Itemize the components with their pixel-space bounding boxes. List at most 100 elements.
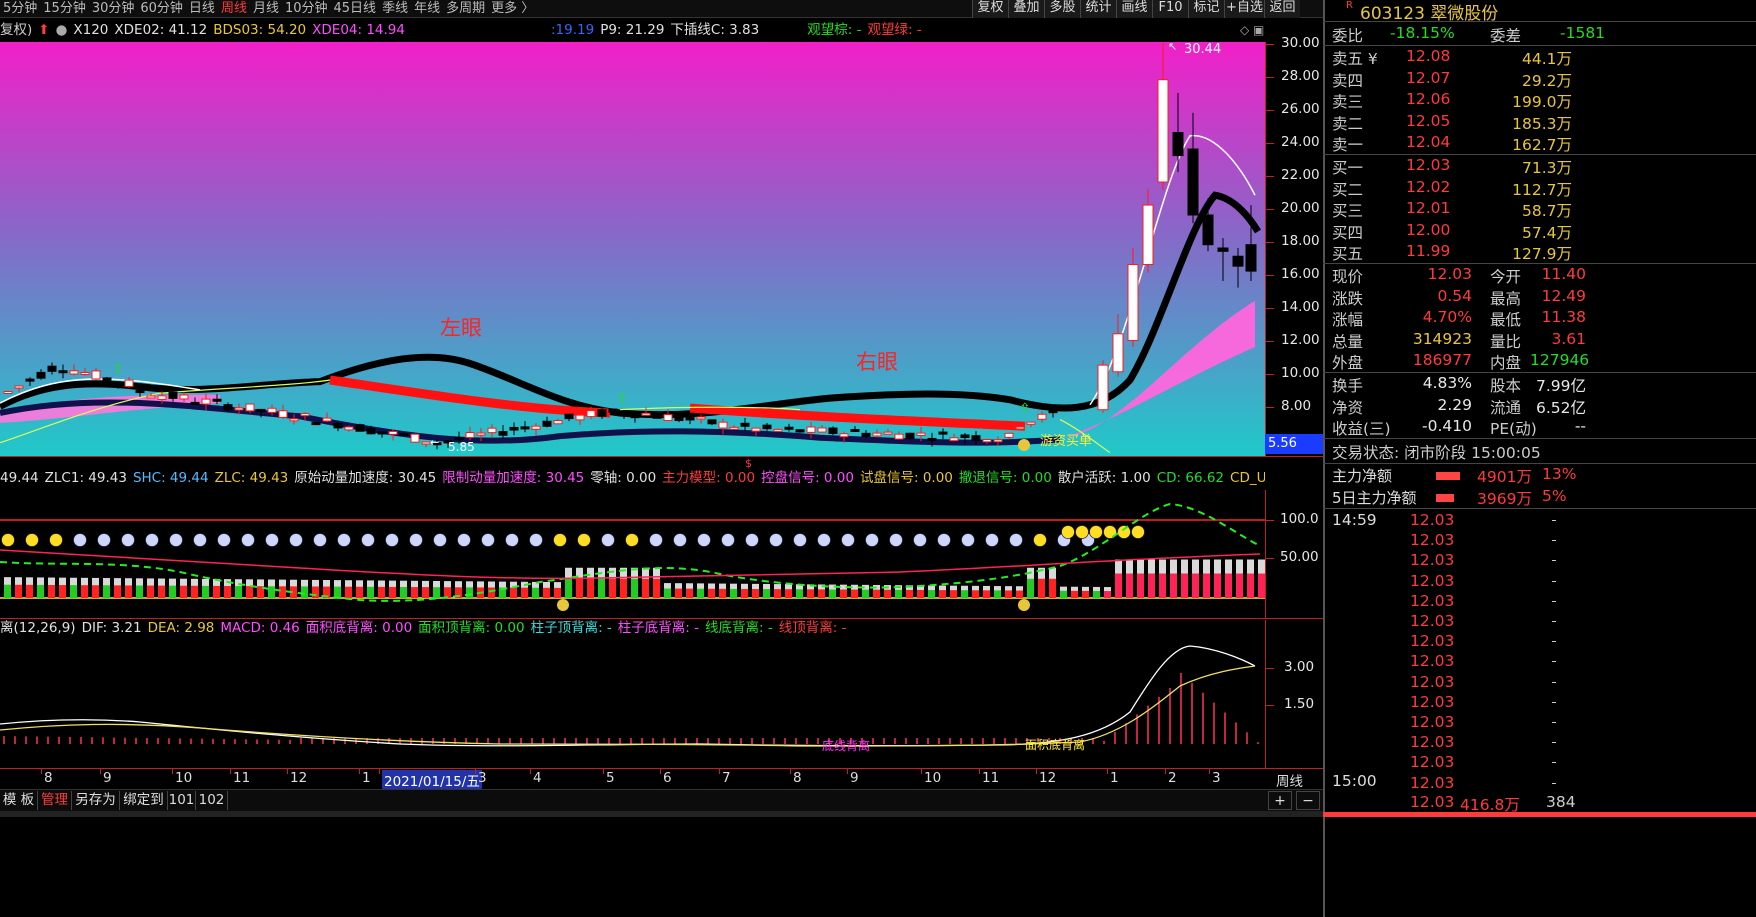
book-price[interactable]: 12.02 (1406, 178, 1450, 196)
oscillator-chart[interactable] (0, 490, 1265, 618)
book-level-label: 卖三 (1332, 93, 1364, 111)
period-tab[interactable]: 月线 (253, 1, 279, 16)
template-tab[interactable]: 101 (168, 791, 196, 810)
template-tab[interactable]: 绑定到 (120, 791, 168, 810)
candle-body (619, 412, 629, 416)
oscillator-bar-fill (1236, 573, 1243, 598)
period-tab[interactable]: 30分钟 (92, 1, 135, 16)
toolbar-button[interactable]: 返回 (1264, 0, 1300, 18)
period-tab[interactable]: 周线 (221, 1, 247, 16)
indicator-value: X120 (73, 22, 109, 38)
high-price-label: 30.44 (1184, 42, 1222, 57)
indicator-value: 下插线C: 3.83 (670, 22, 760, 38)
tick-price: 12.03 (1410, 612, 1455, 630)
axis-tick (1266, 558, 1274, 559)
oscillator-bar-fill (609, 578, 616, 598)
toolbar-button[interactable]: 标记 (1188, 0, 1224, 18)
macd-axis: 3.00 1.50 (1265, 620, 1323, 768)
book-price[interactable]: 11.99 (1406, 242, 1450, 260)
divider (1323, 463, 1756, 464)
book-price[interactable]: 12.04 (1406, 133, 1450, 151)
order-diff-label: 委差 (1490, 27, 1522, 45)
candle-body (982, 439, 992, 443)
period-tab[interactable]: 15分钟 (43, 1, 86, 16)
date-tick (1165, 769, 1166, 774)
zoom-in-button[interactable]: + (1268, 791, 1292, 810)
book-price[interactable]: 12.06 (1406, 90, 1450, 108)
oscillator-bar-fill (675, 588, 682, 598)
neutral-face-icon (361, 533, 375, 547)
divider (1323, 263, 1756, 264)
book-price[interactable]: 12.03 (1406, 156, 1450, 174)
chart-options-icon[interactable]: ◇ ▣ (1240, 23, 1264, 37)
period-tab[interactable]: 多周期 (446, 1, 485, 16)
candle-body (3, 390, 13, 394)
indicator-value: 原始动量加速度: 30.45 (294, 470, 437, 486)
smile-face-icon (25, 533, 39, 547)
toolbar-button[interactable]: 多股 (1044, 0, 1080, 18)
template-tab[interactable]: 102 (196, 791, 228, 810)
book-price[interactable]: 12.01 (1406, 199, 1450, 217)
candle-body (102, 377, 112, 381)
period-tab[interactable]: 60分钟 (140, 1, 183, 16)
oscillator-bar-fill (81, 585, 88, 598)
neutral-face-icon (913, 533, 927, 547)
stat-value: -0.410 (1422, 417, 1472, 435)
oscillator-bar-fill (1104, 591, 1111, 598)
toolbar-button[interactable]: 叠加 (1008, 0, 1044, 18)
book-price[interactable]: 12.07 (1406, 69, 1450, 87)
indicator-value: 主力模型: 0.00 (662, 470, 756, 486)
oscillator-bar-fill (862, 589, 869, 598)
stat-value: 11.38 (1541, 308, 1586, 326)
book-price[interactable]: 12.00 (1406, 221, 1450, 239)
toolbar-button[interactable]: +自选 (1224, 0, 1264, 18)
book-price[interactable]: 12.08 (1406, 47, 1450, 65)
oscillator-bar-fill (686, 588, 693, 598)
candle-body (652, 415, 662, 419)
buy-signal-label: 游资买单 (1040, 434, 1093, 449)
period-tab[interactable]: 季线 (382, 1, 408, 16)
period-tab[interactable]: 5分钟 (3, 1, 37, 16)
tick-price: 12.03 (1410, 773, 1455, 792)
candle-body (520, 426, 530, 430)
zoom-out-button[interactable]: − (1296, 791, 1320, 810)
tick-volume-dash (1552, 580, 1556, 582)
oscillator-bar-fill (1082, 590, 1089, 598)
template-tab[interactable]: 另存为 (72, 791, 120, 810)
oscillator-bar-fill (961, 590, 968, 598)
toolbar-button[interactable]: F10 (1152, 0, 1188, 18)
order-ratio-value: -18.15% (1390, 24, 1455, 42)
period-tab[interactable]: 日线 (189, 1, 215, 16)
period-tab[interactable]: 年线 (414, 1, 440, 16)
book-volume: 127.9万 (1512, 245, 1572, 263)
oscillator-bar-fill (422, 587, 429, 598)
period-tab[interactable]: 45日线 (334, 1, 377, 16)
book-price[interactable]: 12.05 (1406, 112, 1450, 130)
tick-volume-dash (1552, 681, 1556, 683)
indicator-toggle-icon[interactable]: ● (56, 22, 68, 38)
candle-body (927, 437, 937, 441)
fund-flow-pct: 13% (1542, 465, 1577, 483)
oscillator-bar-fill (389, 586, 396, 598)
toolbar-button[interactable]: 复权 (972, 0, 1008, 18)
arrow-up-icon[interactable]: ⬆ (38, 22, 49, 38)
smile-face-icon (1131, 525, 1145, 539)
toolbar-button[interactable]: 统计 (1080, 0, 1116, 18)
candle-body (806, 426, 816, 433)
kline-chart[interactable]: ⇧ ⇧ ⇧ ↖ ← (0, 42, 1265, 456)
period-tab[interactable]: 更多 〉 (491, 1, 534, 16)
candle-body (751, 427, 761, 432)
indicator-value: 限制动量加速度: 30.45 (442, 470, 585, 486)
toolbar-button[interactable]: 画线 (1116, 0, 1152, 18)
template-tab[interactable]: 模 板 (0, 791, 38, 810)
book-volume: 29.2万 (1521, 71, 1572, 90)
oscillator-bar-fill (37, 584, 44, 598)
template-tab[interactable]: 管理 (38, 791, 72, 810)
oscillator-bar-fill (70, 585, 77, 598)
oscillator-bar-fill (906, 589, 913, 598)
oscillator-bar-fill (928, 590, 935, 598)
candle-body (674, 417, 684, 422)
period-tab[interactable]: 10分钟 (285, 1, 328, 16)
stat-label: 涨幅 (1332, 311, 1364, 329)
stat-label: 内盘 (1490, 354, 1522, 372)
